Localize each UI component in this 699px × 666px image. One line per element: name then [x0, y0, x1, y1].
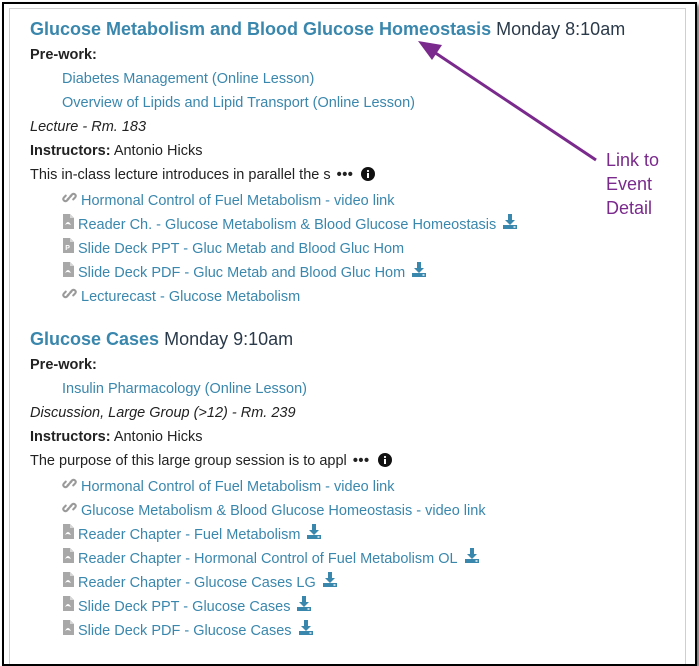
annotation-line: Link to	[606, 150, 660, 170]
annotation-line: Detail	[606, 198, 653, 218]
annotation-arrow	[418, 41, 597, 162]
annotation-line: Event	[606, 174, 653, 194]
annotation-callout: Link to Event Detail	[606, 148, 659, 220]
